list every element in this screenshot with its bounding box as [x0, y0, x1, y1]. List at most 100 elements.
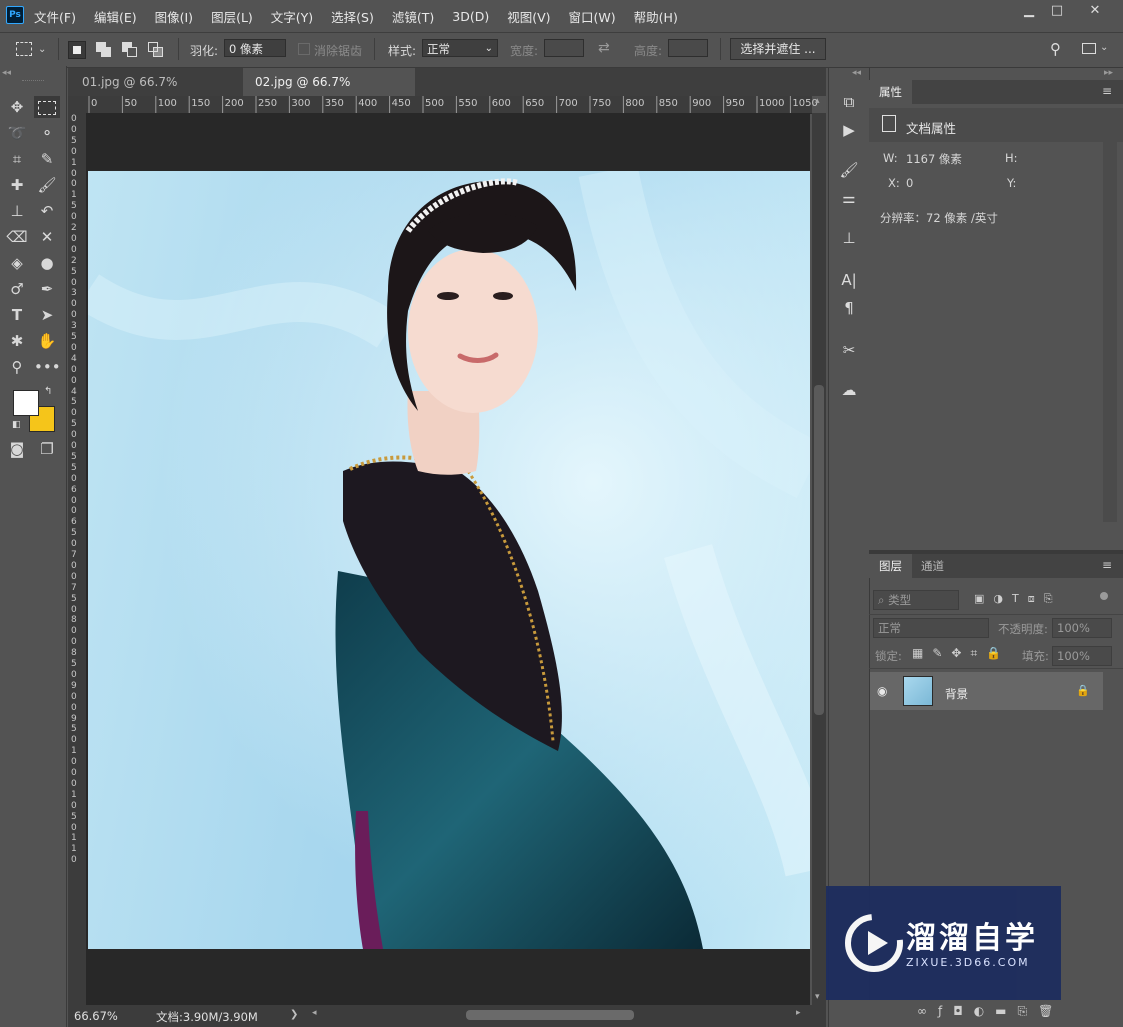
quick-select-tool-icon[interactable]: ⚬: [34, 122, 60, 144]
path-selection-tool-icon[interactable]: ➤: [34, 304, 60, 326]
dodge-tool-icon[interactable]: ♂: [4, 278, 30, 300]
layer-filter-icons[interactable]: ▣◑T⧈⎘: [974, 592, 1062, 606]
subtract-selection-icon[interactable]: [122, 42, 138, 58]
tab-properties[interactable]: 属性: [869, 80, 912, 104]
libraries-icon[interactable]: ☁: [837, 378, 861, 402]
menu-3d[interactable]: 3D(D): [452, 9, 489, 24]
menu-help[interactable]: 帮助(H): [634, 7, 678, 26]
menu-view[interactable]: 视图(V): [507, 7, 550, 26]
actions-play-icon[interactable]: ▶: [837, 118, 861, 142]
menu-select[interactable]: 选择(S): [331, 7, 374, 26]
screen-mode-icon[interactable]: ❐: [34, 438, 60, 460]
history-panel-icon[interactable]: ⧉: [837, 90, 861, 114]
search-icon[interactable]: ⚲: [1050, 40, 1061, 58]
style-select[interactable]: 正常 ⌄: [422, 39, 498, 57]
layer-action-icons[interactable]: ∞ƒ◘◐▬⎘🗑: [917, 1004, 1064, 1019]
fill-input[interactable]: 100%: [1052, 646, 1112, 666]
document-image[interactable]: [88, 171, 810, 949]
healing-brush-tool-icon[interactable]: ✚: [4, 174, 30, 196]
eraser-tool-icon[interactable]: ⌫: [4, 226, 30, 248]
character-icon[interactable]: A|: [837, 268, 861, 292]
select-and-mask-button[interactable]: 选择并遮住 ...: [730, 38, 826, 60]
swap-colors-icon[interactable]: ↰: [44, 386, 52, 397]
add-selection-icon[interactable]: [96, 42, 112, 58]
filter-toggle-icon[interactable]: [1100, 592, 1108, 600]
layer-filter-select[interactable]: ⌕ 类型: [873, 590, 959, 610]
move-tool-icon[interactable]: ✥: [4, 96, 30, 118]
type-tool-icon[interactable]: T: [4, 304, 30, 326]
antialias-checkbox[interactable]: [298, 43, 310, 55]
tab-02-jpg[interactable]: 02.jpg @ 66.7%(RGB/8#)×: [243, 68, 415, 117]
maximize-button[interactable]: □: [1042, 2, 1072, 20]
swap-dimensions-icon[interactable]: ⇄: [598, 40, 610, 56]
menu-edit[interactable]: 编辑(E): [94, 7, 137, 26]
chevron-down-icon[interactable]: ⌄: [38, 44, 46, 55]
menu-file[interactable]: 文件(F): [34, 7, 76, 26]
scroll-up-icon[interactable]: ▴: [815, 96, 820, 106]
scroll-down-icon[interactable]: ▾: [815, 992, 820, 1002]
properties-scrollbar[interactable]: [1103, 142, 1117, 522]
new-selection-icon[interactable]: [68, 41, 86, 59]
tab-01-jpg[interactable]: 01.jpg @ 66.7%(RGB/8#)×: [70, 68, 242, 117]
intersect-selection-icon[interactable]: [148, 42, 164, 58]
crop-tool-icon[interactable]: ⌗: [4, 148, 30, 170]
clone-stamp-tool-icon[interactable]: ⊥: [4, 200, 30, 222]
default-colors-icon[interactable]: ◧: [12, 420, 21, 430]
custom-shape-tool-icon[interactable]: ✱: [4, 330, 30, 352]
feather-input[interactable]: 0 像素: [224, 39, 286, 57]
zoom-tool-icon[interactable]: ⚲: [4, 356, 30, 378]
lasso-tool-icon[interactable]: ➰: [4, 122, 30, 144]
menu-window[interactable]: 窗口(W): [569, 7, 616, 26]
ruler-tick-label: 1: [71, 789, 77, 800]
foreground-color-swatch[interactable]: [13, 390, 39, 416]
lock-icons[interactable]: ▦✎✥⌗🔒: [912, 646, 1010, 661]
brush-settings-icon[interactable]: 🖌: [837, 158, 861, 182]
pen-tool-icon[interactable]: ✒: [34, 278, 60, 300]
status-menu-arrow-icon[interactable]: ❯: [290, 1009, 298, 1020]
chevron-down-icon[interactable]: ⌄: [1100, 42, 1108, 53]
blend-mode-select[interactable]: 正常: [873, 618, 989, 638]
tool-presets-icon[interactable]: ✂: [837, 338, 861, 362]
clone-source-icon[interactable]: ⊥: [837, 226, 861, 250]
watermark-play-icon: [845, 914, 903, 972]
grip-icon[interactable]: [22, 80, 44, 83]
menu-type[interactable]: 文字(Y): [271, 7, 313, 26]
menu-filter[interactable]: 滤镜(T): [392, 7, 434, 26]
zoom-level[interactable]: 66.67%: [74, 1009, 118, 1023]
collapse-arrows-icon[interactable]: ◂◂: [2, 68, 11, 78]
scroll-left-icon[interactable]: ◂: [312, 1008, 317, 1018]
paint-bucket-tool-icon[interactable]: ◈: [4, 252, 30, 274]
history-brush-tool-icon[interactable]: ↶: [34, 200, 60, 222]
menu-image[interactable]: 图像(I): [155, 7, 193, 26]
more-tools-icon[interactable]: •••: [34, 356, 61, 378]
marquee-tool-icon[interactable]: [34, 96, 60, 118]
marquee-preset-icon[interactable]: [16, 42, 32, 56]
tab-layers[interactable]: 图层: [869, 554, 912, 578]
layer-name[interactable]: 背景: [945, 686, 968, 702]
adjustments-icon[interactable]: ⚌: [837, 186, 861, 210]
opacity-input[interactable]: 100%: [1052, 618, 1112, 638]
collapse-arrows-icon[interactable]: ▸▸: [1104, 68, 1113, 78]
brush-tool-icon[interactable]: 🖌: [34, 174, 60, 196]
hand-tool-icon[interactable]: ✋: [34, 330, 60, 352]
expand-arrows-icon[interactable]: ◂◂: [852, 68, 861, 78]
workspace-icon[interactable]: [1082, 43, 1096, 54]
horizontal-scroll-thumb[interactable]: [466, 1010, 634, 1020]
quick-mask-icon[interactable]: ◙: [4, 438, 30, 460]
panel-menu-icon[interactable]: ≡: [1102, 84, 1112, 98]
blur-tool-icon[interactable]: ●: [34, 252, 60, 274]
scroll-right-icon[interactable]: ▸: [796, 1008, 801, 1018]
tab-channels[interactable]: 通道: [911, 554, 954, 578]
paragraph-icon[interactable]: ¶: [837, 296, 861, 320]
visibility-eye-icon[interactable]: ◉: [877, 684, 887, 698]
minimize-button[interactable]: ▁: [1014, 2, 1044, 20]
width-input[interactable]: [544, 39, 584, 57]
eyedropper-tool-icon[interactable]: ✎: [34, 148, 60, 170]
height-input[interactable]: [668, 39, 708, 57]
background-eraser-tool-icon[interactable]: ✕: [34, 226, 60, 248]
menu-layer[interactable]: 图层(L): [211, 7, 253, 26]
close-window-button[interactable]: ✕: [1080, 2, 1110, 20]
panel-menu-icon[interactable]: ≡: [1102, 558, 1112, 572]
vertical-scroll-thumb[interactable]: [814, 385, 824, 715]
ruler-tick-label: 1000: [759, 98, 785, 109]
